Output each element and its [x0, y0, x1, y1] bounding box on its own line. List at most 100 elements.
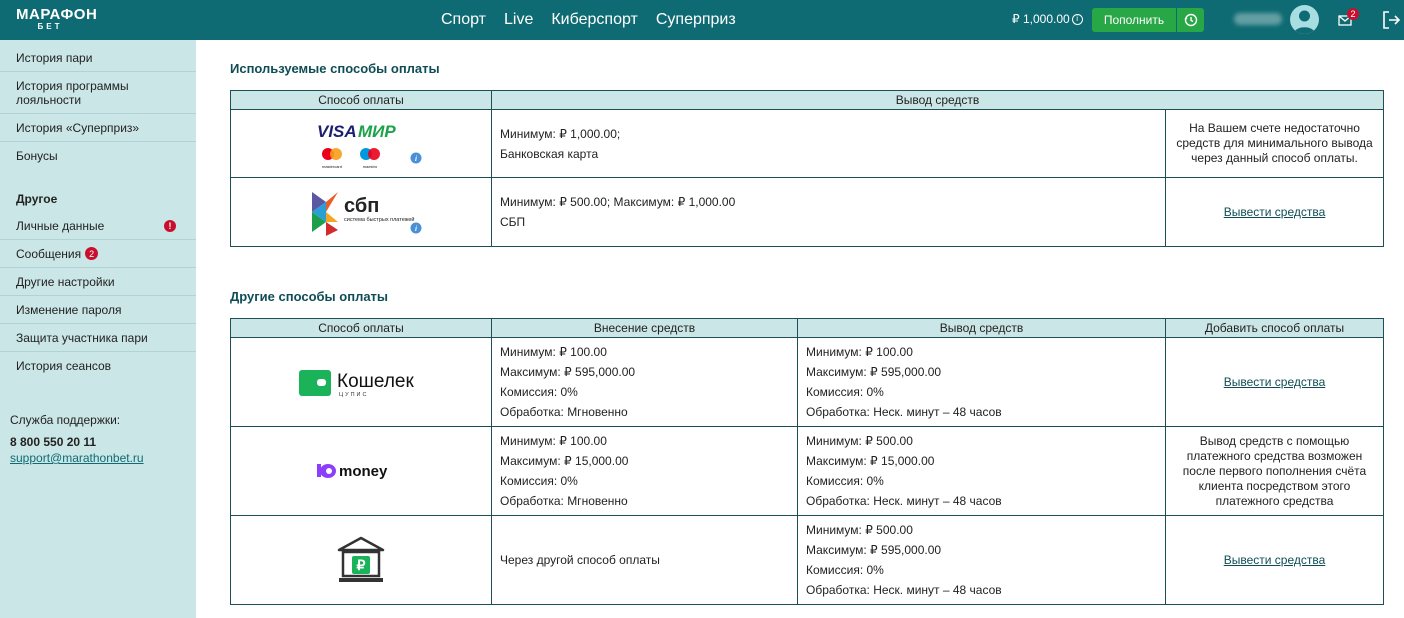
username-blurred[interactable]: [1234, 13, 1282, 25]
table-row: сбп система быстрых платежей i Минимум: …: [230, 177, 1385, 247]
svg-text:₽: ₽: [357, 557, 366, 573]
sidebar-item-label: История программы лояльности: [16, 78, 129, 107]
top-header: МАРАФОН БЕТ Спорт Live Киберспорт Суперп…: [0, 0, 1404, 40]
sidebar-item-other-settings[interactable]: Другие настройки: [0, 268, 196, 296]
withdraw-link-bank[interactable]: Вывести средства: [1224, 553, 1326, 567]
logo-main-text: МАРАФОН: [16, 6, 98, 23]
main-nav: Спорт Live Киберспорт Суперприз: [441, 0, 736, 40]
col-header-withdraw: Вывод средств: [797, 318, 1166, 338]
nav-superprize[interactable]: Суперприз: [656, 11, 736, 29]
bank-icon: ₽: [337, 536, 385, 582]
sidebar-item-label: Бонусы: [16, 149, 58, 163]
avatar[interactable]: [1290, 5, 1319, 34]
withdraw-min: Минимум: ₽ 500.00: [806, 434, 913, 448]
deposit-max: Максимум: ₽ 595,000.00: [500, 365, 636, 379]
deposit-max: Максимум: ₽ 15,000.00: [500, 454, 629, 468]
koshelek-main-text: Кошелек: [337, 371, 414, 392]
yoomoney-logo: money: [317, 463, 388, 480]
support-label: Служба поддержки:: [10, 413, 121, 427]
card-min: Минимум: ₽ 1,000.00;: [500, 126, 621, 141]
messages-badge: 2: [1347, 8, 1359, 20]
yoomoney-deposit: Минимум: ₽ 100.00 Максимум: ₽ 15,000.00 …: [491, 426, 798, 516]
balance-value: ₽ 1,000.00: [1012, 12, 1070, 26]
sidebar-item-label: Защита участника пари: [16, 330, 148, 345]
history-button[interactable]: [1177, 8, 1204, 32]
sidebar-item-label: Изменение пароля: [16, 302, 122, 317]
info-icon[interactable]: i: [1071, 13, 1083, 25]
nav-sport[interactable]: Спорт: [441, 11, 486, 29]
other-methods-table: Способ оплаты Внесение средств Вывод сре…: [230, 318, 1384, 605]
deposit-fee: Комиссия: 0%: [500, 385, 578, 399]
bank-deposit: Через другой способ оплаты: [491, 515, 798, 605]
sbp-main-text: сбп: [344, 195, 379, 217]
col-header-method: Способ оплаты: [230, 318, 492, 338]
sidebar-item-player-protection[interactable]: Защита участника пари: [0, 324, 196, 352]
koshelek-logo: Кошелек ЦУПИС: [299, 370, 414, 398]
bank-withdraw: Минимум: ₽ 500.00 Максимум: ₽ 595,000.00…: [797, 515, 1166, 605]
yoomoney-action-cell: Вывод средств с помощью платежного средс…: [1165, 426, 1384, 516]
withdraw-fee: Комиссия: 0%: [806, 474, 884, 488]
col-header-method: Способ оплаты: [230, 90, 492, 110]
deposit-button[interactable]: Пополнить: [1092, 8, 1176, 32]
koshelek-withdraw: Минимум: ₽ 100.00 Максимум: ₽ 595,000.00…: [797, 337, 1166, 427]
sidebar-item-session-history[interactable]: История сеансов: [0, 352, 196, 380]
bank-logo-cell: ₽: [230, 515, 492, 605]
history-icon: [1184, 13, 1197, 27]
alert-icon: !: [164, 220, 176, 232]
marathon-logo[interactable]: МАРАФОН БЕТ: [16, 6, 98, 33]
sidebar-item-change-password[interactable]: Изменение пароля: [0, 296, 196, 324]
logout-icon: [1383, 11, 1401, 29]
deposit-processing: Обработка: Мгновенно: [500, 494, 628, 508]
col-header-add-method: Добавить способ оплаты: [1165, 318, 1384, 338]
table-row: money Минимум: ₽ 100.00 Максимум: ₽ 15,0…: [230, 426, 1384, 516]
sidebar-item-bonuses[interactable]: Бонусы: [0, 142, 196, 170]
mir-text: МИР: [358, 122, 396, 141]
withdraw-fee: Комиссия: 0%: [806, 385, 884, 399]
sbp-type: СБП: [500, 215, 526, 229]
col-header-withdraw: Вывод средств: [490, 90, 1385, 110]
sidebar-item-personal-data[interactable]: Личные данные !: [0, 212, 196, 240]
balance[interactable]: ₽ 1,000.00 i: [1012, 12, 1083, 26]
card-brands-logo: VISA МИР mastercard maestro i: [317, 122, 422, 169]
maestro-text: maestro: [363, 164, 378, 169]
table-row: ₽ Через другой способ оплаты Минимум: ₽ …: [230, 515, 1384, 605]
other-methods-title: Другие способы оплаты: [230, 289, 389, 304]
messages-count-badge: 2: [85, 247, 99, 260]
messages-button[interactable]: 2: [1338, 8, 1359, 28]
support-email-link[interactable]: support@marathonbet.ru: [10, 451, 144, 465]
sbp-limits: Минимум: ₽ 500.00; Максимум: ₽ 1,000.00: [500, 195, 736, 209]
card-logo-cell: VISA МИР mastercard maestro i: [230, 109, 492, 178]
withdraw-min: Минимум: ₽ 500.00: [806, 523, 913, 537]
withdraw-processing: Обработка: Неск. минут – 48 часов: [806, 583, 1002, 597]
withdraw-max: Максимум: ₽ 595,000.00: [806, 543, 942, 557]
table-header-row: Способ оплаты Внесение средств Вывод сре…: [230, 318, 1384, 338]
sbp-withdraw-info: Минимум: ₽ 500.00; Максимум: ₽ 1,000.00 …: [491, 177, 1166, 247]
nav-live[interactable]: Live: [504, 11, 533, 29]
visa-text: VISA: [317, 122, 357, 141]
sidebar-item-messages[interactable]: Сообщения 2: [0, 240, 196, 268]
koshelek-logo-cell: Кошелек ЦУПИС: [230, 337, 492, 427]
deposit-fee: Комиссия: 0%: [500, 474, 578, 488]
nav-esports[interactable]: Киберспорт: [551, 11, 637, 29]
sbp-logo: сбп система быстрых платежей i: [312, 192, 422, 236]
deposit-min: Минимум: ₽ 100.00: [500, 345, 607, 359]
koshelek-action-cell: Вывести средства: [1165, 337, 1384, 427]
sidebar-item-loyalty-history[interactable]: История программы лояльности: [0, 72, 196, 114]
withdraw-link-sbp[interactable]: Вывести средства: [1224, 205, 1326, 219]
withdraw-link-koshelek[interactable]: Вывести средства: [1224, 375, 1326, 389]
logout-button[interactable]: [1381, 10, 1401, 30]
withdraw-max: Максимум: ₽ 595,000.00: [806, 365, 942, 379]
yoomoney-withdraw: Минимум: ₽ 500.00 Максимум: ₽ 15,000.00 …: [797, 426, 1166, 516]
bank-action-cell: Вывести средства: [1165, 515, 1384, 605]
used-methods-title: Используемые способы оплаты: [230, 61, 440, 76]
sidebar-item-bet-history[interactable]: История пари: [0, 44, 196, 72]
withdraw-min: Минимум: ₽ 100.00: [806, 345, 913, 359]
deposit-processing: Обработка: Мгновенно: [500, 405, 628, 419]
withdraw-max: Максимум: ₽ 15,000.00: [806, 454, 935, 468]
card-withdraw-info: Минимум: ₽ 1,000.00; Банковская карта: [491, 109, 1166, 178]
koshelek-deposit: Минимум: ₽ 100.00 Максимум: ₽ 595,000.00…: [491, 337, 798, 427]
support-phone: 8 800 550 20 11: [10, 435, 97, 449]
sbp-sub-text: система быстрых платежей: [344, 216, 415, 223]
card-type: Банковская карта: [500, 146, 599, 161]
sidebar-item-superprize-history[interactable]: История «Суперприз»: [0, 114, 196, 142]
